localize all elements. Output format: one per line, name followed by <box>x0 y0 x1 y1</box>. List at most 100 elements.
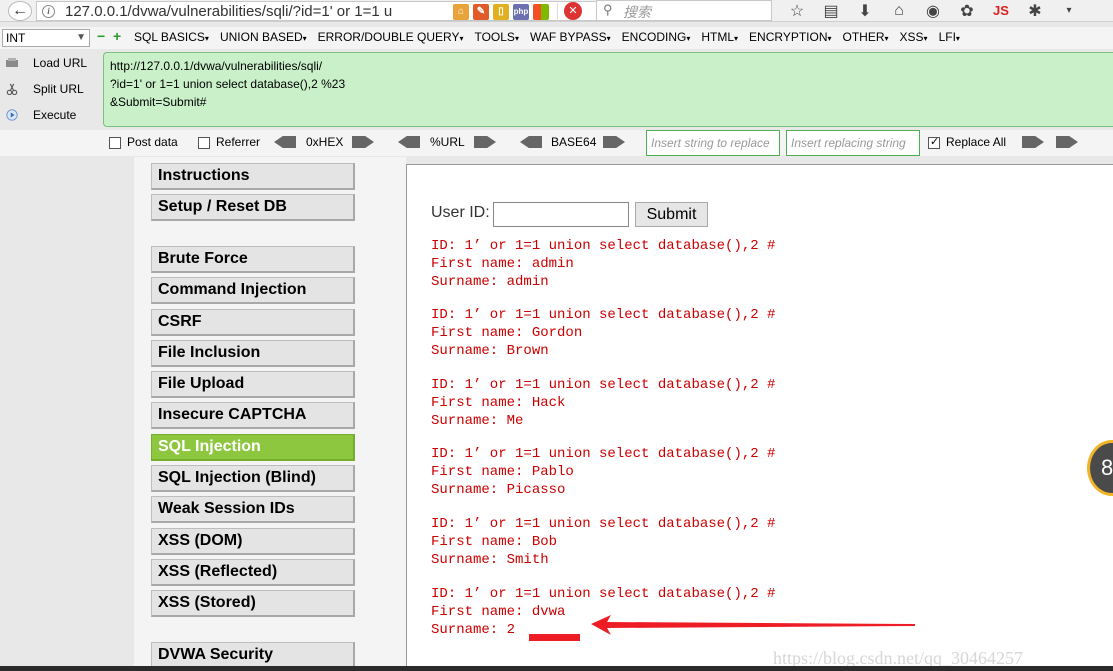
info-icon[interactable]: i <box>42 5 55 18</box>
menu-error-double-query[interactable]: ERROR/DOUBLE QUERY <box>318 30 464 44</box>
search-box[interactable]: ⚲ 搜索 <box>596 0 772 21</box>
menu-file-inclusion[interactable]: File Inclusion <box>151 340 355 367</box>
reading-list-icon[interactable]: ▤ <box>814 1 848 21</box>
post-data-checkbox[interactable] <box>109 137 121 149</box>
search-icon: ⚲ <box>603 2 613 17</box>
referrer-checkbox[interactable] <box>198 137 210 149</box>
browser-right-icons: ☆ ▤ ⬇ ⌂ ◉ ✿ JS ✱ ▾ <box>780 0 1086 21</box>
menu-encoding[interactable]: ENCODING <box>622 30 691 44</box>
menu-sql-injection-blind[interactable]: SQL Injection (Blind) <box>151 465 355 492</box>
menu-sql-injection[interactable]: SQL Injection <box>151 434 355 461</box>
menu-setup[interactable]: Setup / Reset DB <box>151 194 355 221</box>
hackbar-actions: Load URL Split URL Execute <box>0 52 100 130</box>
type-select[interactable]: INT ▼ <box>2 29 90 47</box>
menu-xss-dom[interactable]: XSS (DOM) <box>151 528 355 555</box>
menu-instructions[interactable]: Instructions <box>151 163 355 190</box>
home-button-icon[interactable]: ⌂ <box>882 2 916 20</box>
textarea-line: http://127.0.0.1/dvwa/vulnerabilities/sq… <box>110 59 323 73</box>
menu-file-upload[interactable]: File Upload <box>151 371 355 398</box>
menu-caret-icon[interactable]: ▾ <box>1052 5 1086 16</box>
plus-icon[interactable]: + <box>113 29 123 43</box>
hackbar-url-textarea[interactable]: http://127.0.0.1/dvwa/vulnerabilities/sq… <box>103 52 1113 127</box>
base64-label: BASE64 <box>551 135 597 149</box>
post-data-label: Post data <box>127 135 178 149</box>
main-content: User ID: Submit ID: 1’ or 1=1 union sele… <box>406 164 1113 671</box>
menu-lfi[interactable]: LFI <box>939 30 960 44</box>
result-first-name: First name: Gordon <box>431 325 583 341</box>
result-first-name: First name: Bob <box>431 534 558 550</box>
taskbar-strip <box>0 666 1113 671</box>
annotation-underline <box>529 634 580 641</box>
download-icon[interactable]: ⬇ <box>848 1 882 21</box>
menu-tools[interactable]: TOOLS <box>474 30 518 44</box>
split-url-label: Split URL <box>33 82 84 96</box>
url-decode-arrow-icon[interactable] <box>398 136 420 148</box>
base64-decode-arrow-icon[interactable] <box>520 136 542 148</box>
bug-icon[interactable]: ✱ <box>1018 1 1052 21</box>
menu-csrf[interactable]: CSRF <box>151 309 355 336</box>
hex-encode-arrow-icon[interactable] <box>352 136 374 148</box>
menu-insecure-captcha[interactable]: Insecure CAPTCHA <box>151 402 355 429</box>
menu-waf-bypass[interactable]: WAF BYPASS <box>530 30 611 44</box>
menu-union-based[interactable]: UNION BASED <box>220 30 307 44</box>
menu-encryption[interactable]: ENCRYPTION <box>749 30 831 44</box>
block-icon[interactable]: ✕ <box>564 2 582 20</box>
replace-next-arrow-icon[interactable] <box>1056 136 1078 148</box>
address-bar[interactable]: i 127.0.0.1/dvwa/vulnerabilities/sqli/?i… <box>36 1 648 23</box>
result-id: ID: 1’ or 1=1 union select database(),2 … <box>431 377 776 393</box>
play-icon <box>6 109 18 121</box>
address-bar-icons: ⌂ ✎ ▯ php <box>453 3 549 21</box>
submit-button[interactable]: Submit <box>635 202 708 227</box>
annotation-arrow-icon <box>591 615 915 635</box>
replace-all-checkbox[interactable] <box>928 135 940 149</box>
execute-button[interactable]: Execute <box>0 104 100 130</box>
menu-weak-session-ids[interactable]: Weak Session IDs <box>151 496 355 523</box>
menu-html[interactable]: HTML <box>701 30 738 44</box>
back-arrow-icon[interactable]: ← <box>8 1 32 21</box>
result-id: ID: 1’ or 1=1 union select database(),2 … <box>431 516 776 532</box>
search-placeholder: 搜索 <box>623 4 651 20</box>
execute-label: Execute <box>33 108 77 122</box>
browser-toolbar: ← i 127.0.0.1/dvwa/vulnerabilities/sqli/… <box>0 0 1113 23</box>
result-block: ID: 1’ or 1=1 union select database(),2 … <box>431 237 775 291</box>
floating-badge-value: 8 <box>1101 455 1113 480</box>
menu-xss-reflected[interactable]: XSS (Reflected) <box>151 559 355 586</box>
menu-dvwa-security[interactable]: DVWA Security <box>151 642 355 669</box>
textarea-line: ?id=1' or 1=1 union select database(),2 … <box>110 77 346 91</box>
menu-brute-force[interactable]: Brute Force <box>151 246 355 273</box>
url-encode-arrow-icon[interactable] <box>474 136 496 148</box>
load-url-button[interactable]: Load URL <box>0 52 100 78</box>
replace-string-input[interactable]: Insert string to replace <box>646 130 780 156</box>
pen-icon[interactable]: ✎ <box>473 4 489 20</box>
base64-encode-arrow-icon[interactable] <box>603 136 625 148</box>
menu-other[interactable]: OTHER <box>843 30 889 44</box>
hex-decode-arrow-icon[interactable] <box>274 136 296 148</box>
replacing-string-input[interactable]: Insert replacing string <box>786 130 920 156</box>
type-select-value: INT <box>6 31 26 45</box>
extension-icon[interactable]: ✿ <box>950 1 984 21</box>
minus-icon[interactable]: − <box>97 29 107 43</box>
result-block: ID: 1’ or 1=1 union select database(),2 … <box>431 306 775 360</box>
load-url-label: Load URL <box>33 56 88 70</box>
js-icon[interactable]: JS <box>984 3 1018 18</box>
dvwa-sidebar: Instructions Setup / Reset DB Brute Forc… <box>134 157 406 671</box>
globe-icon[interactable]: ◉ <box>916 1 950 21</box>
menu-xss-stored[interactable]: XSS (Stored) <box>151 590 355 617</box>
result-block: ID: 1’ or 1=1 union select database(),2 … <box>431 445 775 499</box>
windows-icon[interactable] <box>533 4 549 20</box>
user-id-input[interactable] <box>493 202 629 227</box>
bookmark-star-icon[interactable]: ☆ <box>780 1 814 21</box>
menu-command-injection[interactable]: Command Injection <box>151 277 355 304</box>
home-icon[interactable]: ⌂ <box>453 4 469 20</box>
lock-icon[interactable]: ▯ <box>493 4 509 20</box>
referrer-label: Referrer <box>216 135 261 149</box>
hackbar-options: Post data Referrer 0xHEX %URL BASE64 Ins… <box>0 130 1113 156</box>
result-id: ID: 1’ or 1=1 union select database(),2 … <box>431 446 776 462</box>
menu-sql-basics[interactable]: SQL BASICS <box>134 30 209 44</box>
result-first-name: First name: Hack <box>431 395 566 411</box>
split-url-button[interactable]: Split URL <box>0 78 100 104</box>
menu-xss[interactable]: XSS <box>900 30 928 44</box>
replace-arrow-icon[interactable] <box>1022 136 1044 148</box>
php-icon[interactable]: php <box>513 4 529 20</box>
result-block: ID: 1’ or 1=1 union select database(),2 … <box>431 515 775 569</box>
